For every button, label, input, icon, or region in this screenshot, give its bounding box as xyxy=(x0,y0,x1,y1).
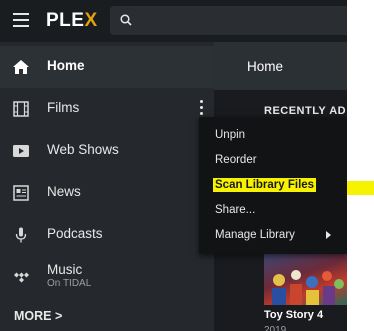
plex-app: PLEX Home Films Web Shows News Podcasts … xyxy=(0,0,347,331)
highlight-marker xyxy=(347,181,374,195)
search-input[interactable] xyxy=(110,6,347,35)
poster-artwork xyxy=(272,270,344,305)
plex-logo[interactable]: PLEX xyxy=(46,10,98,32)
sidebar-item-home[interactable]: Home xyxy=(0,46,214,88)
sidebar-item-podcasts[interactable]: Podcasts xyxy=(0,214,214,256)
section-header: RECENTLY AD xyxy=(264,105,347,117)
sidebar-item-web-shows[interactable]: Web Shows xyxy=(0,130,214,172)
microphone-icon xyxy=(15,227,27,243)
sidebar-item-music[interactable]: Music On TIDAL xyxy=(0,256,214,298)
sidebar: Home Films Web Shows News Podcasts Music… xyxy=(0,42,214,331)
menu-item-scan-library-files[interactable]: Scan Library Files xyxy=(199,173,347,198)
sidebar-item-label: News xyxy=(47,184,81,199)
play-icon xyxy=(13,145,29,157)
top-bar: PLEX xyxy=(0,0,347,42)
menu-item-label: Reorder xyxy=(215,154,257,166)
sidebar-item-label: Home xyxy=(47,58,85,73)
tidal-icon xyxy=(14,272,29,283)
sidebar-item-sublabel: On TIDAL xyxy=(47,278,92,289)
more-options-icon[interactable] xyxy=(200,100,204,116)
movie-poster[interactable] xyxy=(264,250,347,305)
sidebar-item-label: Web Shows xyxy=(47,142,119,157)
more-label: MORE xyxy=(14,309,52,323)
poster-title: Toy Story 4 xyxy=(264,309,324,321)
context-menu: Unpin Reorder Scan Library Files Share..… xyxy=(199,117,347,254)
menu-item-share[interactable]: Share... xyxy=(199,198,347,223)
more-link[interactable]: MORE > xyxy=(14,309,62,323)
sidebar-item-label: Podcasts xyxy=(47,226,103,241)
home-icon xyxy=(13,60,29,74)
hamburger-menu-icon[interactable] xyxy=(13,13,29,27)
menu-item-label: Share... xyxy=(215,204,256,216)
submenu-arrow-icon xyxy=(326,231,331,239)
menu-item-reorder[interactable]: Reorder xyxy=(199,148,347,173)
search-icon xyxy=(120,14,132,26)
main-header: Home xyxy=(214,42,347,90)
sidebar-item-label: Music xyxy=(47,262,83,277)
menu-item-label: Scan Library Files xyxy=(213,178,317,192)
chevron-right-icon: > xyxy=(54,309,63,323)
menu-item-label: Manage Library xyxy=(215,229,295,241)
menu-item-label: Unpin xyxy=(215,129,246,141)
menu-item-manage-library[interactable]: Manage Library xyxy=(199,223,347,248)
page-title: Home xyxy=(247,59,284,74)
sidebar-item-label: Films xyxy=(47,100,80,115)
menu-item-unpin[interactable]: Unpin xyxy=(199,123,347,148)
film-icon xyxy=(13,101,29,117)
sidebar-item-films[interactable]: Films xyxy=(0,88,214,130)
sidebar-item-news[interactable]: News xyxy=(0,172,214,214)
news-icon xyxy=(13,185,29,201)
poster-year: 2019 xyxy=(264,325,287,331)
